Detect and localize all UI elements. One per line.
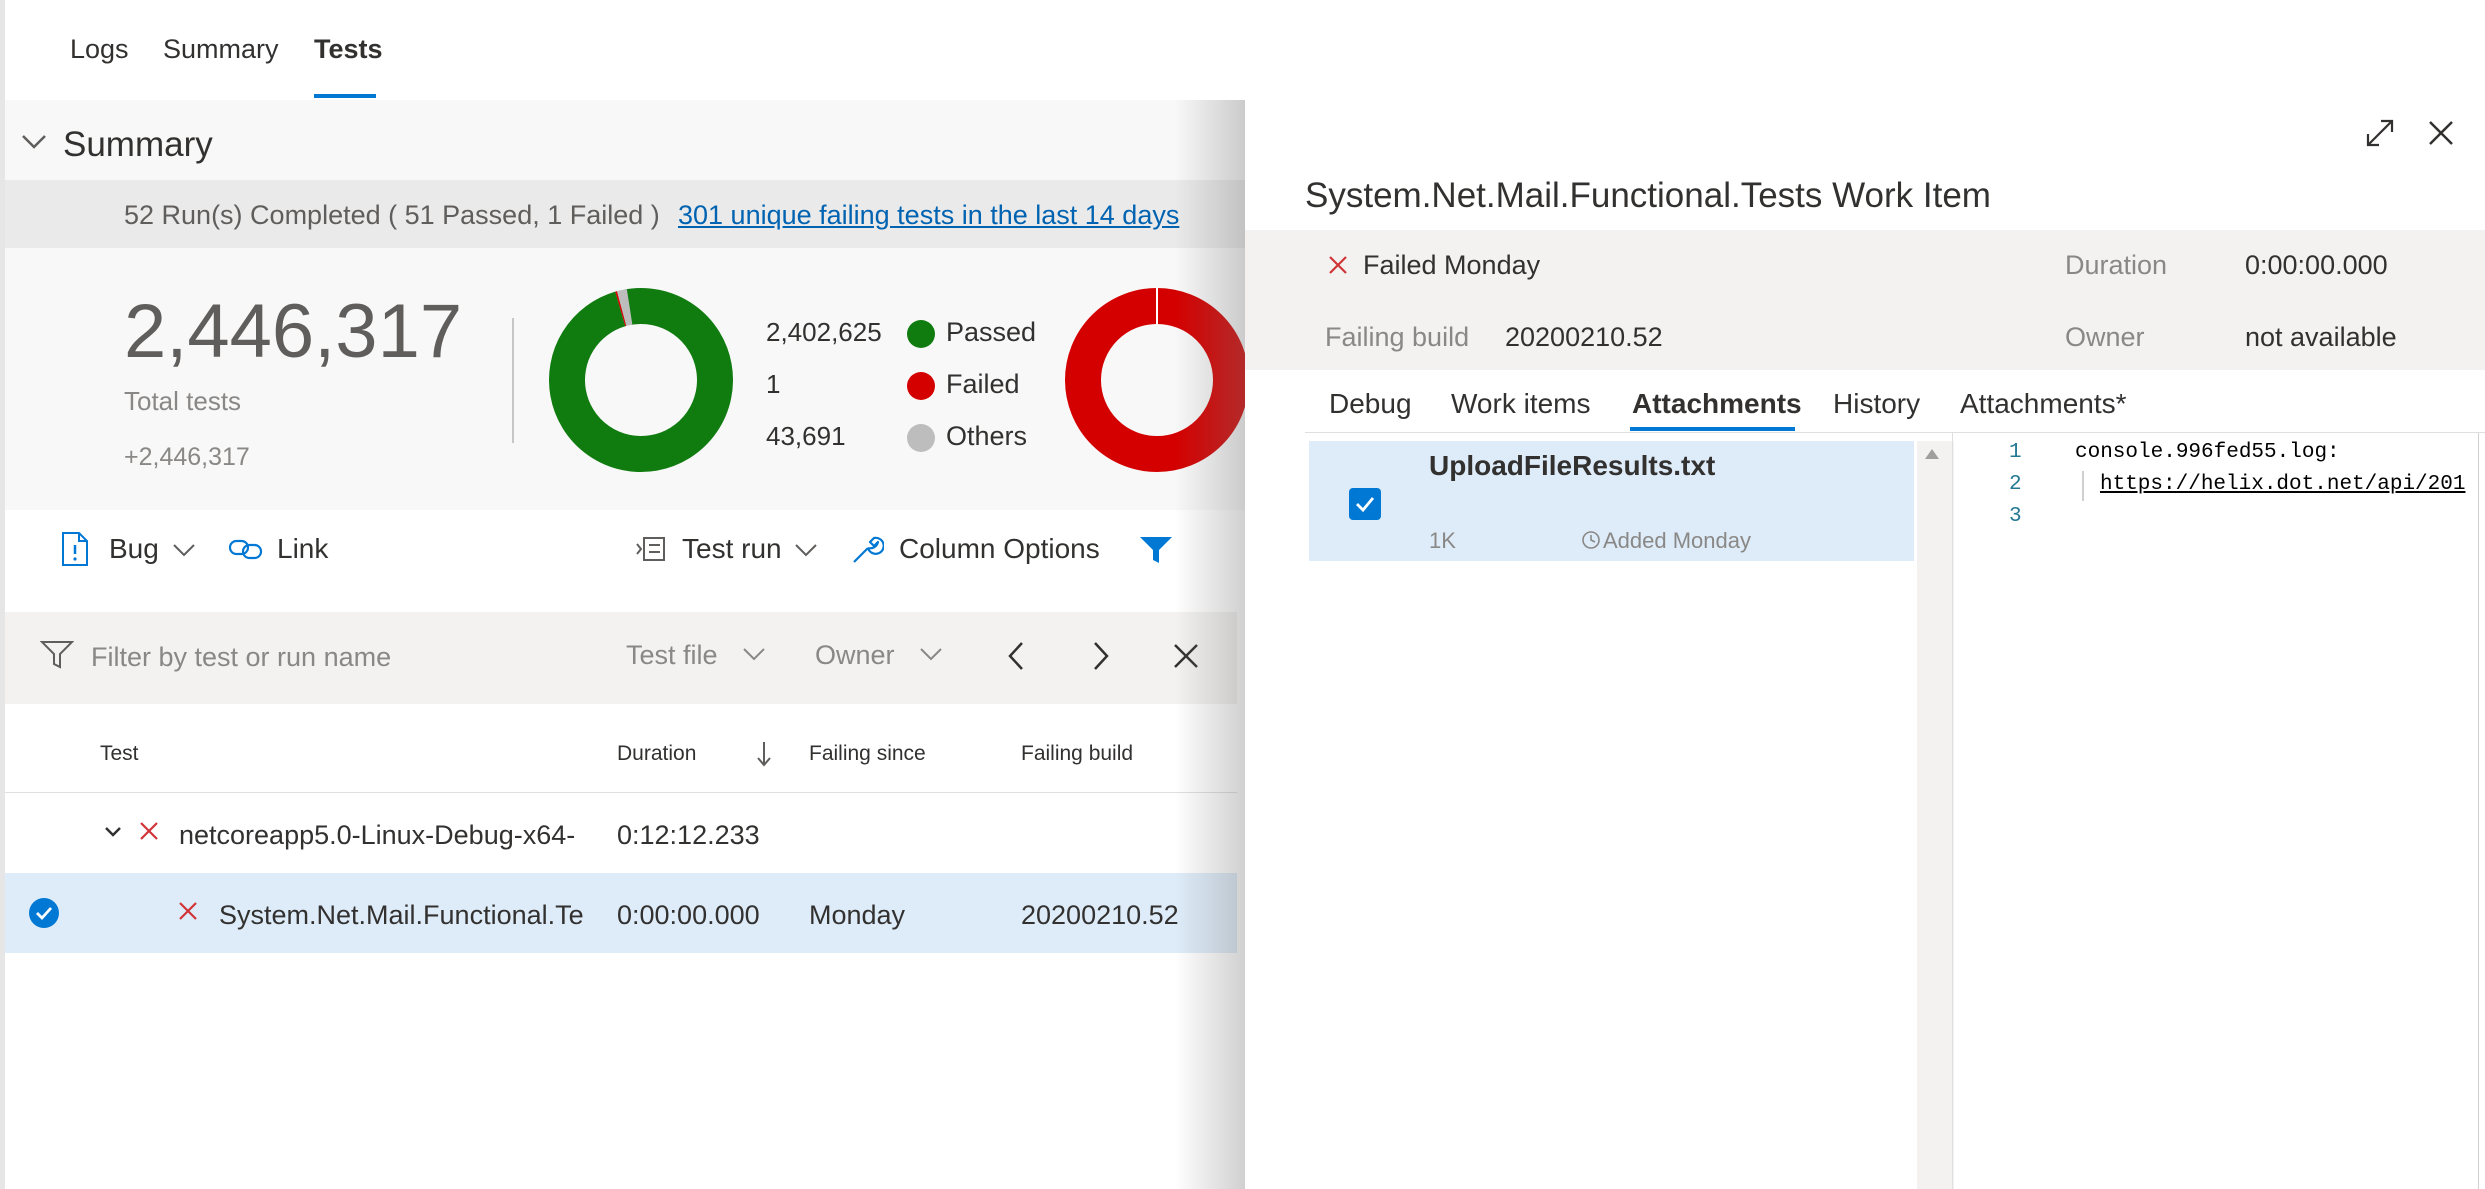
link-icon[interactable] <box>228 535 264 563</box>
close-icon[interactable] <box>2427 119 2455 147</box>
tab-attachments[interactable]: Attachments <box>1632 388 1802 420</box>
tab-attachments-star[interactable]: Attachments* <box>1960 388 2127 420</box>
chevron-down-icon[interactable] <box>742 646 766 662</box>
chevron-left-icon[interactable] <box>1006 640 1026 672</box>
others-dot-icon <box>907 424 935 452</box>
line-number: 3 <box>2009 505 2022 528</box>
tab-summary[interactable]: Summary <box>163 34 279 65</box>
legend-label-failed: Failed <box>946 369 1020 399</box>
duration-label: Duration <box>2065 250 2168 280</box>
total-tests-count: 2,446,317 <box>124 289 463 374</box>
code-gutter-separator <box>1952 433 1953 1189</box>
owner-dropdown[interactable]: Owner <box>815 640 895 671</box>
indent-guide <box>2082 471 2084 501</box>
detail-title: System.Net.Mail.Functional.Tests Work It… <box>1305 176 1991 215</box>
code-viewer-edge <box>2478 433 2479 1189</box>
column-header-duration[interactable]: Duration <box>617 742 696 766</box>
active-tab-indicator <box>314 94 376 98</box>
active-subtab-indicator <box>1630 427 1795 431</box>
total-tests-delta: +2,446,317 <box>124 443 250 471</box>
bug-report-icon[interactable] <box>60 531 90 567</box>
bug-button[interactable]: Bug <box>109 533 159 565</box>
pane-shadow <box>1175 100 1245 1189</box>
line-number: 1 <box>2009 441 2022 464</box>
selected-row-failing-build: 20200210.52 <box>1021 900 1179 930</box>
sort-descending-icon[interactable] <box>756 740 772 768</box>
attachment-list-scrollbar[interactable] <box>1917 441 1954 1189</box>
status-text: Failed Monday <box>1363 250 1541 280</box>
failing-build-value: 20200210.52 <box>1505 322 1663 352</box>
link-button[interactable]: Link <box>277 533 328 565</box>
chevron-down-icon[interactable] <box>919 646 943 662</box>
chevron-down-icon[interactable] <box>104 825 122 839</box>
attachment-added-date: Added Monday <box>1603 528 1751 553</box>
failed-x-icon <box>179 902 197 920</box>
tab-history[interactable]: History <box>1833 388 1920 420</box>
duration-value: 0:00:00.000 <box>2245 250 2388 280</box>
selected-row-duration: 0:00:00.000 <box>617 900 760 930</box>
test-run-icon[interactable] <box>635 535 667 563</box>
failing-build-label: Failing build <box>1325 322 1470 352</box>
legend-count-others: 43,691 <box>766 421 846 451</box>
line-number: 2 <box>2009 473 2022 496</box>
filter-icon[interactable] <box>1138 534 1174 566</box>
column-header-test[interactable]: Test <box>100 742 139 766</box>
owner-label: Owner <box>2065 322 2145 352</box>
owner-value: not available <box>2245 322 2397 352</box>
scroll-up-icon[interactable] <box>1923 447 1941 461</box>
passed-dot-icon <box>907 320 935 348</box>
column-header-failing-since[interactable]: Failing since <box>809 742 926 766</box>
chevron-down-icon[interactable] <box>172 542 196 558</box>
tab-work-items[interactable]: Work items <box>1451 388 1591 420</box>
total-tests-label: Total tests <box>124 386 242 416</box>
outcome-donut-chart <box>549 288 733 472</box>
attachment-size: 1K <box>1429 528 1456 553</box>
test-results-pane: Logs Summary Tests Summary 52 Run(s) Com… <box>0 0 1249 1189</box>
failed-dot-icon <box>907 372 935 400</box>
wrench-icon[interactable] <box>850 532 884 566</box>
legend-label-passed: Passed <box>946 317 1037 347</box>
attachment-name[interactable]: UploadFileResults.txt <box>1429 450 1715 482</box>
test-run-dropdown[interactable]: Test run <box>682 533 782 565</box>
filter-input[interactable]: Filter by test or run name <box>91 642 391 673</box>
selected-row-name: System.Net.Mail.Functional.Te <box>219 900 584 930</box>
chevron-down-icon[interactable] <box>20 132 48 152</box>
failed-x-icon <box>140 822 158 840</box>
runs-completed-text: 52 Run(s) Completed ( 51 Passed, 1 Faile… <box>124 200 660 230</box>
stats-divider <box>512 318 514 443</box>
test-file-dropdown[interactable]: Test file <box>626 640 718 671</box>
legend-count-passed: 2,402,625 <box>766 317 882 347</box>
expand-icon[interactable] <box>2364 117 2396 149</box>
group-row-name: netcoreapp5.0-Linux-Debug-x64- <box>179 820 576 850</box>
tab-tests[interactable]: Tests <box>314 34 383 65</box>
header-divider <box>5 792 1237 793</box>
code-line: console.996fed55.log: <box>2075 441 2340 464</box>
failing-tests-link[interactable]: 301 unique failing tests in the last 14 … <box>678 200 1179 231</box>
tab-logs[interactable]: Logs <box>70 34 129 65</box>
column-options-button[interactable]: Column Options <box>899 533 1100 565</box>
chevron-down-icon[interactable] <box>794 542 818 558</box>
code-line-link[interactable]: https://helix.dot.net/api/201 <box>2100 473 2465 496</box>
chevron-right-icon[interactable] <box>1091 640 1111 672</box>
checkmark-icon <box>1356 497 1375 513</box>
tab-debug[interactable]: Debug <box>1329 388 1412 420</box>
group-row-duration: 0:12:12.233 <box>617 820 760 850</box>
legend-label-others: Others <box>946 421 1028 451</box>
failed-x-icon <box>1329 256 1347 274</box>
filter-outline-icon <box>40 641 74 669</box>
summary-title: Summary <box>63 125 213 164</box>
subtab-divider <box>1305 432 2485 433</box>
donut-slice-passed <box>549 288 733 472</box>
legend-count-failed: 1 <box>766 369 781 399</box>
check-circle-icon[interactable] <box>28 897 60 929</box>
attachment-checkbox[interactable] <box>1349 488 1381 520</box>
selected-row-failing-since: Monday <box>809 900 906 930</box>
column-header-failing-build[interactable]: Failing build <box>1021 742 1133 766</box>
clock-icon <box>1582 531 1600 549</box>
